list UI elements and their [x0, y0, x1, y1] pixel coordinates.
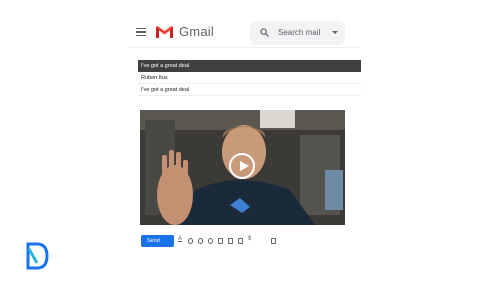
main-menu-icon[interactable] [136, 28, 146, 36]
brand-logo-icon [26, 242, 49, 270]
insert-signature-icon[interactable] [271, 238, 276, 244]
insert-drive-icon[interactable] [218, 238, 223, 244]
formatting-options-icon[interactable]: A [178, 236, 183, 242]
app-name: Gmail [179, 24, 214, 39]
search-options-chevron-down-icon[interactable] [332, 31, 338, 34]
insert-link-icon[interactable] [198, 238, 203, 244]
compose-toolbar: Send A $ [141, 235, 291, 247]
play-button-icon[interactable] [229, 153, 255, 179]
compose-subject-header: I've got a great deal [138, 60, 361, 72]
gmail-logo-icon[interactable] [155, 25, 174, 39]
search-input[interactable]: Search mail [278, 28, 320, 37]
attach-file-icon[interactable] [188, 238, 193, 244]
insert-emoji-icon[interactable] [208, 238, 213, 244]
send-button[interactable]: Send [141, 235, 174, 247]
recipient-field[interactable]: Ruben Itus [138, 72, 361, 84]
insert-money-icon[interactable]: $ [248, 236, 253, 242]
insert-photo-icon[interactable] [228, 238, 233, 244]
compose-window: I've got a great deal Ruben Itus I've go… [138, 60, 361, 96]
search-icon[interactable] [260, 28, 269, 37]
message-body[interactable]: I've got a great deal [138, 84, 361, 96]
confidential-mode-icon[interactable] [238, 238, 243, 244]
search-bar[interactable]: Search mail [250, 21, 345, 45]
